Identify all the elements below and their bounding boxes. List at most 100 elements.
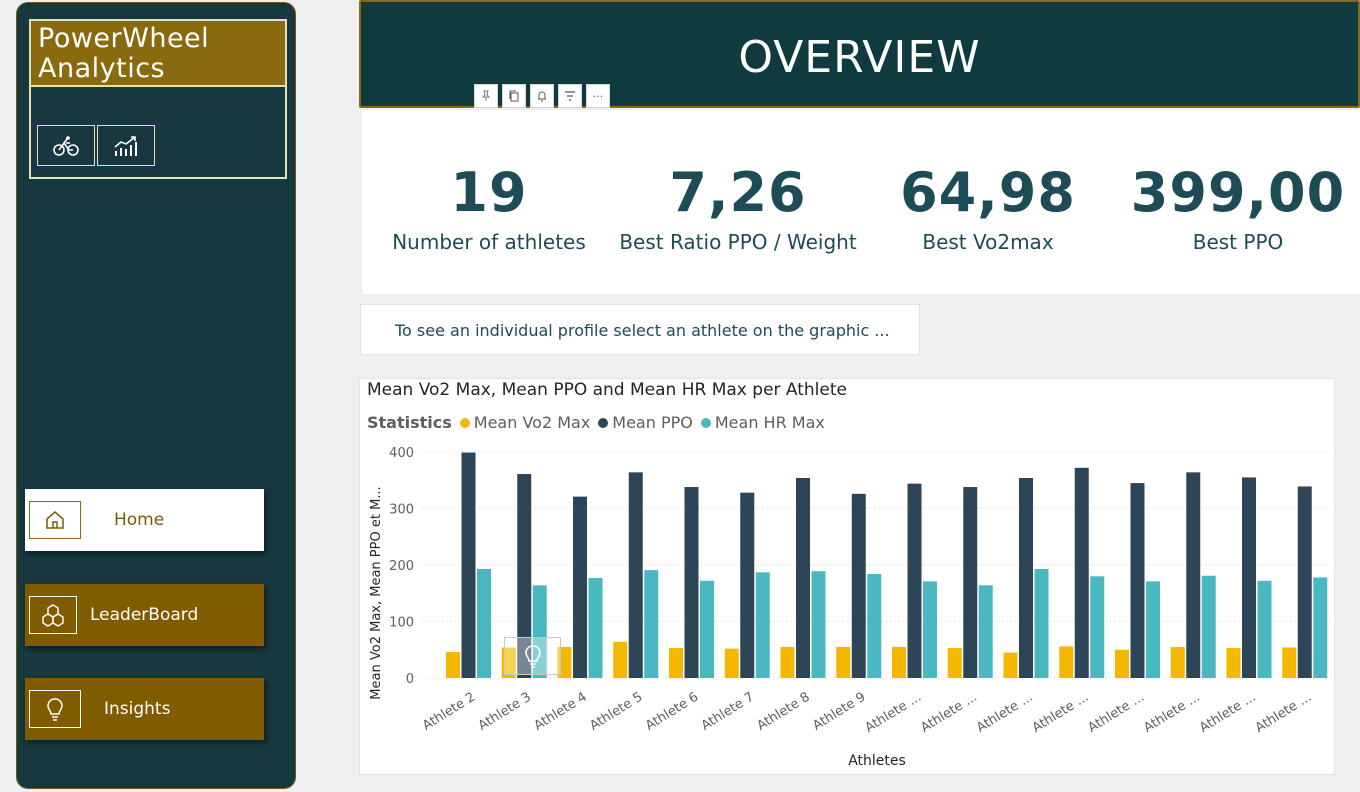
analytics-button[interactable] <box>97 125 155 166</box>
bar[interactable] <box>963 487 978 678</box>
x-axis-title: Athletes <box>848 753 906 769</box>
bicycle-button[interactable] <box>37 125 95 166</box>
lightbulb-icon-box <box>29 690 81 728</box>
bar[interactable] <box>851 493 866 678</box>
bell-icon <box>538 91 546 102</box>
bar[interactable] <box>1242 477 1256 678</box>
page-title: OVERVIEW <box>738 31 981 83</box>
x-tick-label: Athlete 4 <box>532 690 590 734</box>
bar[interactable] <box>1019 477 1033 678</box>
home-icon-box <box>29 501 81 539</box>
bar[interactable] <box>1186 472 1201 678</box>
kpi-card: 64,98 Best Vo2max <box>858 161 1118 255</box>
bar[interactable] <box>1226 648 1241 678</box>
x-tick-label: Athlete ... <box>1086 690 1148 736</box>
bar[interactable] <box>613 641 628 678</box>
kpi-value: 64,98 <box>900 161 1076 224</box>
brand-box: PowerWheel Analytics <box>29 19 287 179</box>
bar[interactable] <box>1115 649 1129 678</box>
x-tick-label: Athlete ... <box>863 690 925 736</box>
x-tick-label: Athlete 9 <box>810 690 868 734</box>
more-icon: ··· <box>592 89 604 103</box>
pin-button[interactable] <box>474 84 498 108</box>
cubes-icon <box>42 604 64 627</box>
bar[interactable] <box>628 472 643 678</box>
nav-insights-button[interactable]: Insights <box>25 678 264 740</box>
x-tick-label: Athlete ... <box>1030 690 1092 736</box>
kpi-label: Best Ratio PPO / Weight <box>619 230 857 254</box>
bar[interactable] <box>892 646 906 678</box>
filter-button[interactable] <box>558 84 582 108</box>
nav-leaderboard-label: LeaderBoard <box>90 605 199 625</box>
bar[interactable] <box>796 477 810 678</box>
x-tick-label: Athlete 3 <box>476 690 534 734</box>
bar[interactable] <box>446 652 460 678</box>
bar[interactable] <box>1059 646 1074 678</box>
bar[interactable] <box>1257 580 1272 678</box>
filter-icon <box>565 91 575 101</box>
nav-home-button[interactable]: Home <box>25 489 264 551</box>
kpi-panel: 19 Number of athletes 7,26 Best Ratio PP… <box>362 110 1360 294</box>
bar[interactable] <box>1090 576 1105 678</box>
nav-insights-label: Insights <box>104 699 171 719</box>
sidebar: PowerWheel Analytics Home LeaderBoard In… <box>16 2 296 789</box>
bar[interactable] <box>836 646 851 678</box>
bar[interactable] <box>780 646 795 678</box>
bar-chart[interactable]: 0 100 200 300 400 Athlete 2Athlete 3Athlete 4… <box>360 379 1336 776</box>
y-axis-title: Mean Vo2 Max, Mean PPO et M... <box>369 486 384 699</box>
bar[interactable] <box>1297 486 1312 678</box>
bar[interactable] <box>923 581 937 678</box>
bar[interactable] <box>700 580 714 678</box>
bar[interactable] <box>1201 575 1216 678</box>
copy-button[interactable] <box>502 84 526 108</box>
bar[interactable] <box>644 570 659 678</box>
bar[interactable] <box>461 452 476 678</box>
kpi-label: Number of athletes <box>392 230 586 254</box>
lightbulb-icon <box>524 645 541 668</box>
bar[interactable] <box>947 648 962 678</box>
bar[interactable] <box>867 574 882 678</box>
bar[interactable] <box>1313 577 1328 678</box>
brand-title: PowerWheel Analytics <box>31 21 285 87</box>
bar[interactable] <box>669 648 683 678</box>
nav-home-label: Home <box>114 510 165 530</box>
cubes-icon-box <box>29 596 77 634</box>
bar[interactable] <box>684 487 699 678</box>
bar[interactable] <box>978 585 993 678</box>
x-tick-label: Athlete ... <box>1141 690 1203 736</box>
kpi-card: 19 Number of athletes <box>359 162 619 255</box>
x-tick-label: Athlete 7 <box>699 690 757 734</box>
more-options-button[interactable]: ··· <box>586 84 610 108</box>
bar[interactable] <box>724 648 739 678</box>
bar[interactable] <box>811 571 826 678</box>
bar[interactable] <box>1003 652 1018 678</box>
bar[interactable] <box>477 568 491 678</box>
lightbulb-icon <box>47 698 63 721</box>
bar[interactable] <box>1170 646 1185 678</box>
home-icon <box>46 511 64 529</box>
y-tick-label: 0 <box>406 672 414 687</box>
bar[interactable] <box>1034 568 1049 678</box>
bar[interactable] <box>740 492 755 678</box>
y-tick-label: 300 <box>389 503 414 518</box>
line-chart-icon <box>114 135 137 156</box>
bar[interactable] <box>1074 467 1089 678</box>
bar[interactable] <box>907 483 922 678</box>
bar[interactable] <box>755 572 770 678</box>
copy-icon <box>509 90 519 102</box>
bicycle-icon <box>53 135 79 156</box>
x-tick-label: Athlete 2 <box>420 690 478 734</box>
kpi-card: 7,26 Best Ratio PPO / Weight <box>608 161 868 255</box>
x-tick-label: Athlete 8 <box>755 690 813 734</box>
bar[interactable] <box>588 577 603 678</box>
chart-panel[interactable]: Mean Vo2 Max, Mean PPO and Mean HR Max p… <box>359 378 1335 775</box>
y-tick-label: 200 <box>389 559 414 574</box>
bar[interactable] <box>1146 581 1160 678</box>
insights-overlay-button[interactable] <box>504 637 561 675</box>
alert-button[interactable] <box>530 84 554 108</box>
bar[interactable] <box>1282 647 1297 678</box>
nav-leaderboard-button[interactable]: LeaderBoard <box>25 584 264 646</box>
kpi-value: 7,26 <box>669 161 807 224</box>
bar[interactable] <box>1130 483 1145 678</box>
bar[interactable] <box>573 496 587 678</box>
